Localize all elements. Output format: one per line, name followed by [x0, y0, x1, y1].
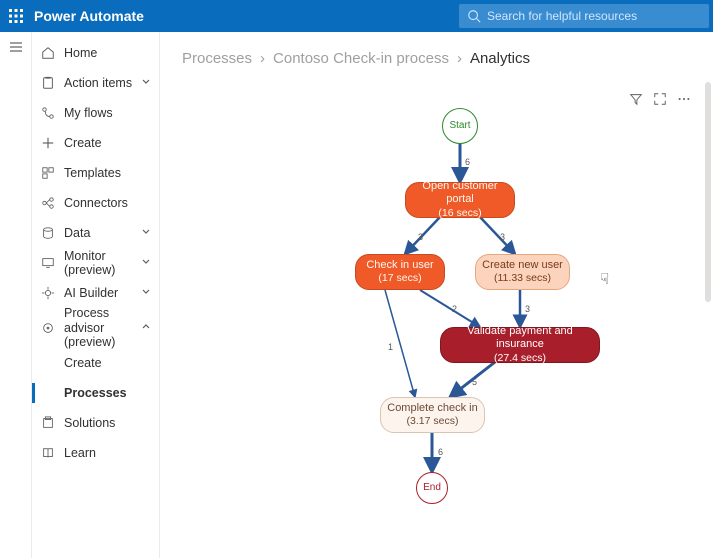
nav-learn[interactable]: Learn — [32, 438, 159, 468]
nav-label: Action items — [64, 76, 132, 90]
edge-label: 1 — [388, 342, 393, 352]
node-subtitle: (16 secs) — [438, 207, 481, 220]
nav-label: Templates — [64, 166, 121, 180]
flow-node-start[interactable]: Start — [442, 108, 478, 144]
sidebar: Home Action items My flows Create Templa… — [32, 32, 160, 558]
nav-label: My flows — [64, 106, 113, 120]
app-launcher-icon[interactable] — [0, 0, 32, 32]
node-title: Check in user — [366, 259, 433, 273]
chevron-down-icon — [141, 256, 151, 270]
top-bar: Power Automate — [0, 0, 713, 32]
flow-node-complete[interactable]: Complete check in (3.17 secs) — [380, 397, 485, 433]
node-title: Open customer portal — [412, 180, 508, 208]
flow-node-create-user[interactable]: Create new user (11.33 secs) — [475, 254, 570, 290]
nav-my-flows[interactable]: My flows — [32, 98, 159, 128]
clipboard-icon — [40, 75, 56, 91]
nav-pa-processes[interactable]: Processes — [32, 378, 159, 408]
plus-icon — [40, 135, 56, 151]
nav-label: Process advisor (preview) — [64, 306, 141, 349]
nav-label: AI Builder — [64, 286, 118, 300]
chevron-down-icon — [141, 76, 151, 90]
edge-label: 3 — [418, 232, 423, 242]
node-subtitle: (27.4 secs) — [494, 352, 546, 365]
cursor-icon: ☟ — [600, 270, 609, 288]
nav-solutions[interactable]: Solutions — [32, 408, 159, 438]
nav-label: Solutions — [64, 416, 115, 430]
nav-monitor[interactable]: Monitor (preview) — [32, 248, 159, 278]
search-input[interactable] — [487, 9, 701, 23]
nav-label: Connectors — [64, 196, 128, 210]
nav-create[interactable]: Create — [32, 128, 159, 158]
process-canvas[interactable]: Start Open customer portal (16 secs) Che… — [160, 32, 713, 558]
flow-node-validate[interactable]: Validate payment and insurance (27.4 sec… — [440, 327, 600, 363]
flow-node-checkin-user[interactable]: Check in user (17 secs) — [355, 254, 445, 290]
search-icon — [467, 9, 481, 23]
flow-node-end[interactable]: End — [416, 472, 448, 504]
process-icon — [40, 320, 56, 336]
node-subtitle: (17 secs) — [378, 272, 421, 285]
node-title: Validate payment and insurance — [447, 325, 593, 353]
nav-pa-create[interactable]: Create — [32, 348, 159, 378]
app-title: Power Automate — [32, 8, 144, 24]
edge-label: 6 — [438, 447, 443, 457]
nav-ai-builder[interactable]: AI Builder — [32, 278, 159, 308]
ai-icon — [40, 285, 56, 301]
home-icon — [40, 45, 56, 61]
nav-connectors[interactable]: Connectors — [32, 188, 159, 218]
nav-label: Create — [64, 136, 102, 150]
edge-label: 3 — [525, 304, 530, 314]
edge-label: 3 — [500, 232, 505, 242]
flow-icon — [40, 105, 56, 121]
edge-label: 2 — [452, 304, 457, 314]
nav-label: Monitor (preview) — [64, 249, 141, 277]
nav-process-advisor[interactable]: Process advisor (preview) — [32, 308, 159, 348]
node-label: End — [423, 482, 441, 495]
nav-label: Create — [64, 356, 102, 370]
chevron-down-icon — [141, 286, 151, 300]
monitor-icon — [40, 255, 56, 271]
nav-data[interactable]: Data — [32, 218, 159, 248]
database-icon — [40, 225, 56, 241]
connectors-icon — [40, 195, 56, 211]
nav-action-items[interactable]: Action items — [32, 68, 159, 98]
node-subtitle: (11.33 secs) — [494, 272, 551, 285]
node-label: Start — [449, 120, 470, 133]
node-title: Create new user — [482, 259, 563, 273]
nav-templates[interactable]: Templates — [32, 158, 159, 188]
nav-label: Data — [64, 226, 90, 240]
collapse-rail — [0, 32, 32, 558]
nav-label: Home — [64, 46, 97, 60]
search-box[interactable] — [459, 4, 709, 28]
chevron-down-icon — [141, 226, 151, 240]
book-icon — [40, 445, 56, 461]
templates-icon — [40, 165, 56, 181]
nav-label: Processes — [64, 386, 127, 400]
edge-label: 5 — [472, 377, 477, 387]
node-subtitle: (3.17 secs) — [407, 415, 459, 428]
chevron-up-icon — [141, 321, 151, 335]
flow-node-open-portal[interactable]: Open customer portal (16 secs) — [405, 182, 515, 218]
edge-label: 6 — [465, 157, 470, 167]
node-title: Complete check in — [387, 402, 478, 416]
nav-home[interactable]: Home — [32, 38, 159, 68]
solutions-icon — [40, 415, 56, 431]
nav-label: Learn — [64, 446, 96, 460]
hamburger-icon[interactable] — [9, 40, 23, 57]
main-content: Processes › Contoso Check-in process › A… — [160, 32, 713, 558]
